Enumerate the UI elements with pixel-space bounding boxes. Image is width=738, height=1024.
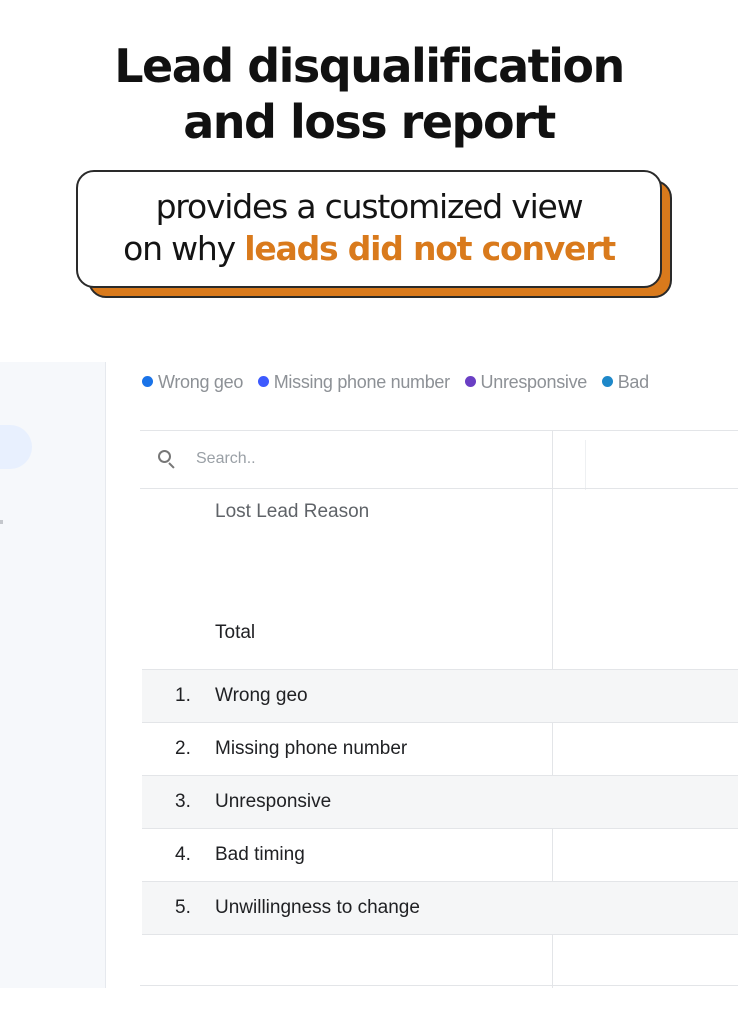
legend-dot	[257, 376, 269, 387]
search-bar	[158, 446, 496, 472]
search-icon[interactable]	[158, 450, 176, 469]
row-number: 1.	[175, 685, 191, 706]
column-divider-faint	[585, 440, 586, 490]
legend-dot	[142, 376, 153, 387]
legend-item-unresponsive[interactable]: Unresponsive	[464, 372, 588, 393]
legend-item-missing-phone-number[interactable]: Missing phone number	[257, 372, 450, 393]
total-row-label: Total	[215, 622, 256, 643]
headline-line-2: and loss report	[183, 95, 556, 149]
search-input[interactable]	[196, 450, 496, 468]
table-row[interactable]: 5. Unwillingness to change	[142, 881, 738, 934]
table-row[interactable]: 3. Unresponsive	[142, 775, 738, 828]
headline-line-1: Lead disqualification	[114, 39, 625, 93]
table-row[interactable]: 1. Wrong geo	[142, 669, 738, 722]
callout-prefix: on why	[123, 229, 245, 268]
headline: Lead disqualification and loss report	[0, 38, 738, 150]
row-label: Bad timing	[215, 844, 305, 865]
legend-label: Unresponsive	[480, 372, 588, 392]
table-row[interactable]: 2. Missing phone number	[142, 722, 738, 775]
legend-label: Wrong geo	[158, 372, 244, 392]
table-rows-bottom-border	[142, 934, 738, 935]
table-top-border	[140, 430, 738, 431]
callout-box: provides a customized view on why leads …	[76, 170, 662, 288]
row-number: 2.	[175, 738, 191, 759]
column-header-lost-lead-reason[interactable]: Lost Lead Reason	[215, 501, 369, 523]
table-bottom-border	[140, 985, 738, 986]
callout-line-1: provides a customized view	[155, 187, 584, 226]
row-label: Missing phone number	[215, 738, 408, 759]
chart-legend: Wrong geo Missing phone number Unrespons…	[142, 372, 659, 393]
row-number: 4.	[175, 844, 191, 865]
table-body: 1. Wrong geo 2. Missing phone number 3. Unr…	[142, 669, 738, 935]
legend-label: Bad	[617, 372, 649, 392]
legend-dot	[464, 376, 476, 387]
row-label: Wrong geo	[215, 685, 308, 706]
row-number: 3.	[175, 791, 191, 812]
sidebar-marker	[0, 520, 3, 524]
legend-dot	[601, 376, 613, 387]
legend-item-bad[interactable]: Bad	[601, 372, 649, 393]
search-divider	[140, 488, 738, 489]
callout-highlight: leads did not convert	[244, 229, 616, 268]
row-label: Unresponsive	[215, 791, 332, 812]
row-number: 5.	[175, 897, 191, 918]
legend-label: Missing phone number	[273, 372, 450, 392]
callout-line-2: on why leads did not convert	[78, 228, 660, 270]
table-row[interactable]: 4. Bad timing	[142, 828, 738, 881]
legend-item-wrong-geo[interactable]: Wrong geo	[142, 372, 243, 393]
row-label: Unwillingness to change	[215, 897, 420, 918]
